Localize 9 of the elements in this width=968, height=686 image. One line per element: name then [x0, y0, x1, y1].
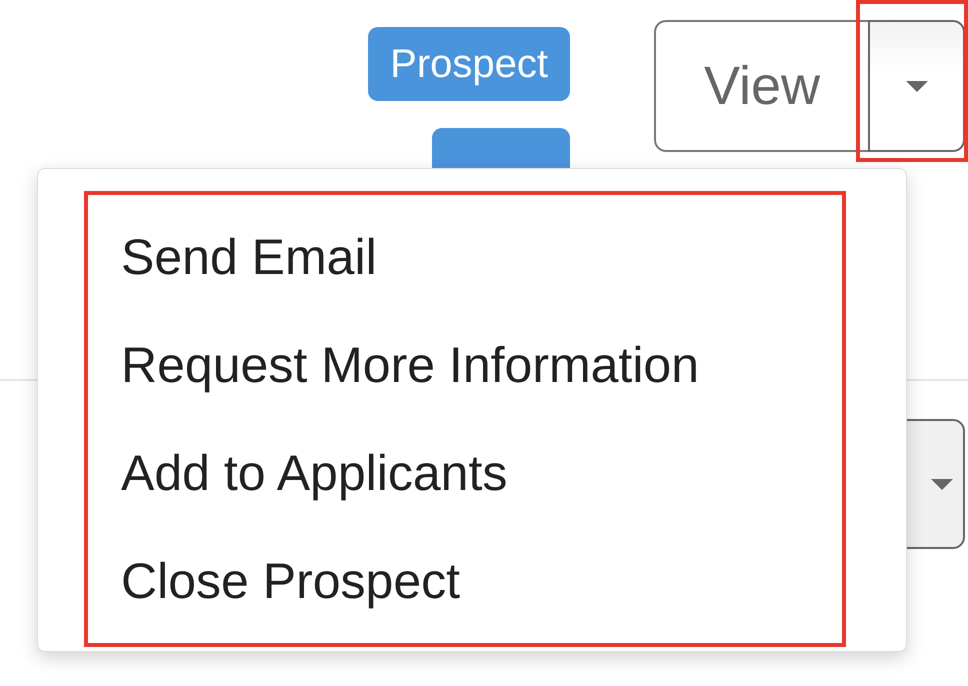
menu-item[interactable]: Request More Information: [121, 311, 846, 419]
view-button[interactable]: View: [654, 20, 868, 152]
dropdown-toggle[interactable]: [868, 20, 965, 152]
caret-icon: [931, 478, 953, 490]
menu-item[interactable]: Add to Applicants: [121, 419, 846, 527]
caret-icon: [906, 80, 928, 92]
menu-item[interactable]: Close Prospect: [121, 527, 846, 635]
menu-item[interactable]: Send Email: [121, 203, 846, 311]
status-tag: Prospect: [368, 27, 570, 101]
